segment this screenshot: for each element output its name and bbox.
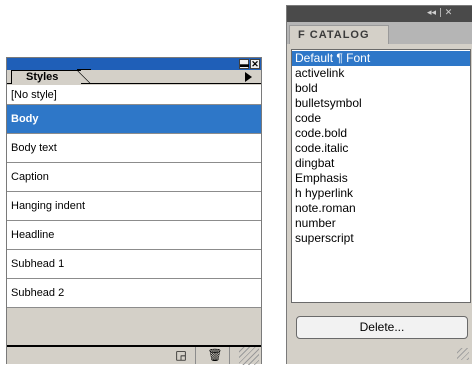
tab-f-catalog-label: F CATALOG (298, 29, 370, 41)
catalog-item-bold[interactable]: bold (292, 81, 470, 96)
delete-button[interactable]: Delete... (296, 316, 468, 339)
style-item-label: Body (11, 113, 39, 125)
minimize-button[interactable]: ▬ (239, 59, 249, 69)
style-item-label: Headline (11, 229, 55, 241)
style-item-subhead-1[interactable]: Subhead 1 (7, 250, 261, 279)
style-item-label: Hanging indent (11, 200, 86, 212)
catalog-tab-row: F CATALOG (287, 22, 472, 44)
style-item-label: Subhead 2 (11, 287, 65, 299)
collapse-close-controls[interactable]: ◂◂ | ✕ (427, 7, 452, 20)
style-item-label: Caption (11, 171, 49, 183)
styles-tab-row: Styles (7, 69, 261, 84)
divider (195, 347, 196, 364)
style-item-headline[interactable]: Headline (7, 221, 261, 250)
style-item-caption[interactable]: Caption (7, 163, 261, 192)
trash-icon[interactable]: 🗑 (205, 348, 225, 363)
style-item-hanging-indent[interactable]: Hanging indent (7, 192, 261, 221)
style-item-label: Body text (11, 142, 57, 154)
styles-list: [No style] Body Body text Caption Hangin… (7, 85, 261, 308)
tab-f-catalog[interactable]: F CATALOG (289, 25, 389, 44)
catalog-item-default-font[interactable]: Default ¶ Font (292, 51, 470, 66)
catalog-item-code-italic[interactable]: code.italic (292, 141, 470, 156)
catalog-item-number[interactable]: number (292, 216, 470, 231)
catalog-item-activelink[interactable]: activelink (292, 66, 470, 81)
resize-grip-icon[interactable] (239, 347, 259, 365)
styles-palette: ▬ ✕ Styles [No style] Body Body text Cap… (6, 57, 262, 365)
close-button[interactable]: ✕ (250, 59, 260, 69)
catalog-item-emphasis[interactable]: Emphasis (292, 171, 470, 186)
style-item-no-style[interactable]: [No style] (7, 85, 261, 105)
resize-grip-icon[interactable] (457, 348, 469, 360)
tab-edge (77, 69, 91, 84)
style-item-subhead-2[interactable]: Subhead 2 (7, 279, 261, 308)
styles-bottom-bar: ◲ 🗑 (7, 344, 261, 365)
catalog-item-note-roman[interactable]: note.roman (292, 201, 470, 216)
catalog-palette-titlebar[interactable]: ◂◂ | ✕ (287, 6, 472, 22)
tab-styles-label: Styles (26, 71, 59, 83)
style-item-label: [No style] (11, 89, 57, 101)
tab-styles[interactable]: Styles (11, 70, 81, 84)
catalog-item-bulletsymbol[interactable]: bulletsymbol (292, 96, 470, 111)
catalog-item-code[interactable]: code (292, 111, 470, 126)
font-catalog-list[interactable]: Default ¶ Font activelink bold bulletsym… (291, 49, 471, 303)
catalog-item-code-bold[interactable]: code.bold (292, 126, 470, 141)
new-style-icon[interactable]: ◲ (171, 348, 191, 363)
catalog-item-superscript[interactable]: superscript (292, 231, 470, 246)
divider (229, 347, 230, 364)
style-item-body[interactable]: Body (7, 105, 261, 134)
style-item-label: Subhead 1 (11, 258, 65, 270)
styles-palette-titlebar[interactable]: ▬ ✕ (7, 58, 261, 70)
palette-menu-arrow-icon[interactable] (245, 72, 252, 82)
style-item-body-text[interactable]: Body text (7, 134, 261, 163)
catalog-palette: ◂◂ | ✕ F CATALOG Default ¶ Font activeli… (286, 5, 472, 364)
catalog-item-dingbat[interactable]: dingbat (292, 156, 470, 171)
catalog-item-h-hyperlink[interactable]: h hyperlink (292, 186, 470, 201)
